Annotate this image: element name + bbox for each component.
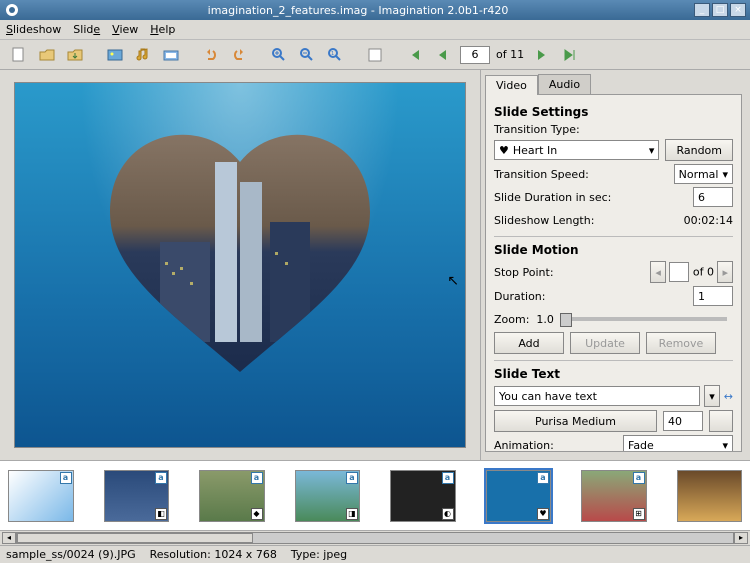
page-total: of 11 [496, 48, 524, 61]
slide-text-title: Slide Text [494, 367, 733, 381]
thumbnail[interactable]: a◐ [390, 470, 456, 522]
save-button[interactable] [64, 44, 86, 66]
status-type: Type: jpeg [291, 548, 347, 561]
font-size-input[interactable] [663, 411, 703, 431]
thumbnail[interactable]: a⊞ [581, 470, 647, 522]
thumbnail[interactable]: a [8, 470, 74, 522]
side-panel: Video Audio Slide Settings Transition Ty… [480, 70, 750, 460]
svg-text:1: 1 [331, 51, 334, 57]
slide-duration-label: Slide Duration in sec: [494, 191, 611, 204]
text-apply-icon[interactable]: ↔ [724, 390, 733, 403]
redo-button[interactable] [228, 44, 250, 66]
import-image-button[interactable] [104, 44, 126, 66]
menu-slideshow[interactable]: Slideshow [6, 23, 61, 36]
status-filename: sample_ss/0024 (9).JPG [6, 548, 136, 561]
transition-speed-select[interactable]: Normal ▾ [674, 164, 733, 184]
app-icon [4, 2, 20, 18]
remove-button[interactable]: Remove [646, 332, 716, 354]
status-bar: sample_ss/0024 (9).JPG Resolution: 1024 … [0, 545, 750, 563]
undo-button[interactable] [200, 44, 222, 66]
transition-speed-label: Transition Speed: [494, 168, 589, 181]
menu-help[interactable]: Help [150, 23, 175, 36]
zoom-label: Zoom: 1.0 [494, 313, 554, 326]
status-resolution: Resolution: 1024 x 768 [150, 548, 277, 561]
thumbnail[interactable]: a◨ [295, 470, 361, 522]
zoom-out-button[interactable] [296, 44, 318, 66]
thumbnail-strip: a a◧ a◆ a◨ a◐ a♥ a⊞ [0, 460, 750, 530]
page-input[interactable] [460, 46, 490, 64]
update-button[interactable]: Update [570, 332, 640, 354]
slideshow-length-value: 00:02:14 [684, 214, 733, 227]
thumbnail[interactable] [677, 470, 743, 522]
stop-point-input[interactable] [669, 262, 689, 282]
add-button[interactable]: Add [494, 332, 564, 354]
next-button[interactable] [530, 44, 552, 66]
random-button[interactable]: Random [665, 139, 733, 161]
slide-motion-title: Slide Motion [494, 243, 733, 257]
slide-text-input[interactable] [494, 386, 700, 406]
menu-slide[interactable]: Slide [73, 23, 100, 36]
thumbnail[interactable]: a◧ [104, 470, 170, 522]
slideshow-length-label: Slideshow Length: [494, 214, 594, 227]
text-expand-button[interactable]: ▾ [704, 385, 720, 407]
cursor-icon: ↖ [447, 273, 459, 289]
export-button[interactable] [160, 44, 182, 66]
menu-view[interactable]: View [112, 23, 138, 36]
open-button[interactable] [36, 44, 58, 66]
transition-type-label: Transition Type: [494, 123, 733, 136]
zoom-in-button[interactable] [268, 44, 290, 66]
minimize-button[interactable]: _ [694, 3, 710, 17]
slide-settings-title: Slide Settings [494, 105, 733, 119]
font-button[interactable]: Purisa Medium [494, 410, 657, 432]
slide-duration-input[interactable] [693, 187, 733, 207]
motion-duration-input[interactable] [693, 286, 733, 306]
close-button[interactable]: × [730, 3, 746, 17]
maximize-button[interactable]: □ [712, 3, 728, 17]
slide-preview: ↖ [14, 82, 466, 448]
import-audio-button[interactable] [132, 44, 154, 66]
stop-point-label: Stop Point: [494, 266, 554, 279]
zoom-fit-button[interactable]: 1 [324, 44, 346, 66]
animation-label: Animation: [494, 439, 554, 452]
thumbnail-scrollbar[interactable]: ◂▸ [0, 530, 750, 545]
last-button[interactable] [558, 44, 580, 66]
menu-bar: Slideshow Slide View Help [0, 20, 750, 40]
tab-video[interactable]: Video [485, 75, 538, 95]
title-bar: imagination_2_features.imag - Imaginatio… [0, 0, 750, 20]
window-title: imagination_2_features.imag - Imaginatio… [24, 4, 692, 17]
first-button[interactable] [404, 44, 426, 66]
stop-next-button[interactable]: ▸ [717, 261, 733, 283]
zoom-slider[interactable] [560, 317, 727, 321]
checkbox-button[interactable] [364, 44, 386, 66]
transition-type-select[interactable]: ♥ Heart In▾ [494, 140, 659, 160]
toolbar: 1 of 11 [0, 40, 750, 70]
motion-duration-label: Duration: [494, 290, 545, 303]
prev-button[interactable] [432, 44, 454, 66]
heart-transition-icon [100, 122, 380, 382]
thumbnail[interactable]: a♥ [486, 470, 552, 522]
preview-pane: ↖ [0, 70, 480, 460]
font-color-button[interactable] [709, 410, 733, 432]
thumbnail[interactable]: a◆ [199, 470, 265, 522]
new-button[interactable] [8, 44, 30, 66]
tab-audio[interactable]: Audio [538, 74, 591, 94]
stop-prev-button[interactable]: ◂ [650, 261, 666, 283]
animation-select[interactable]: Fade▾ [623, 435, 733, 452]
stop-point-count: of 0 [693, 266, 714, 279]
